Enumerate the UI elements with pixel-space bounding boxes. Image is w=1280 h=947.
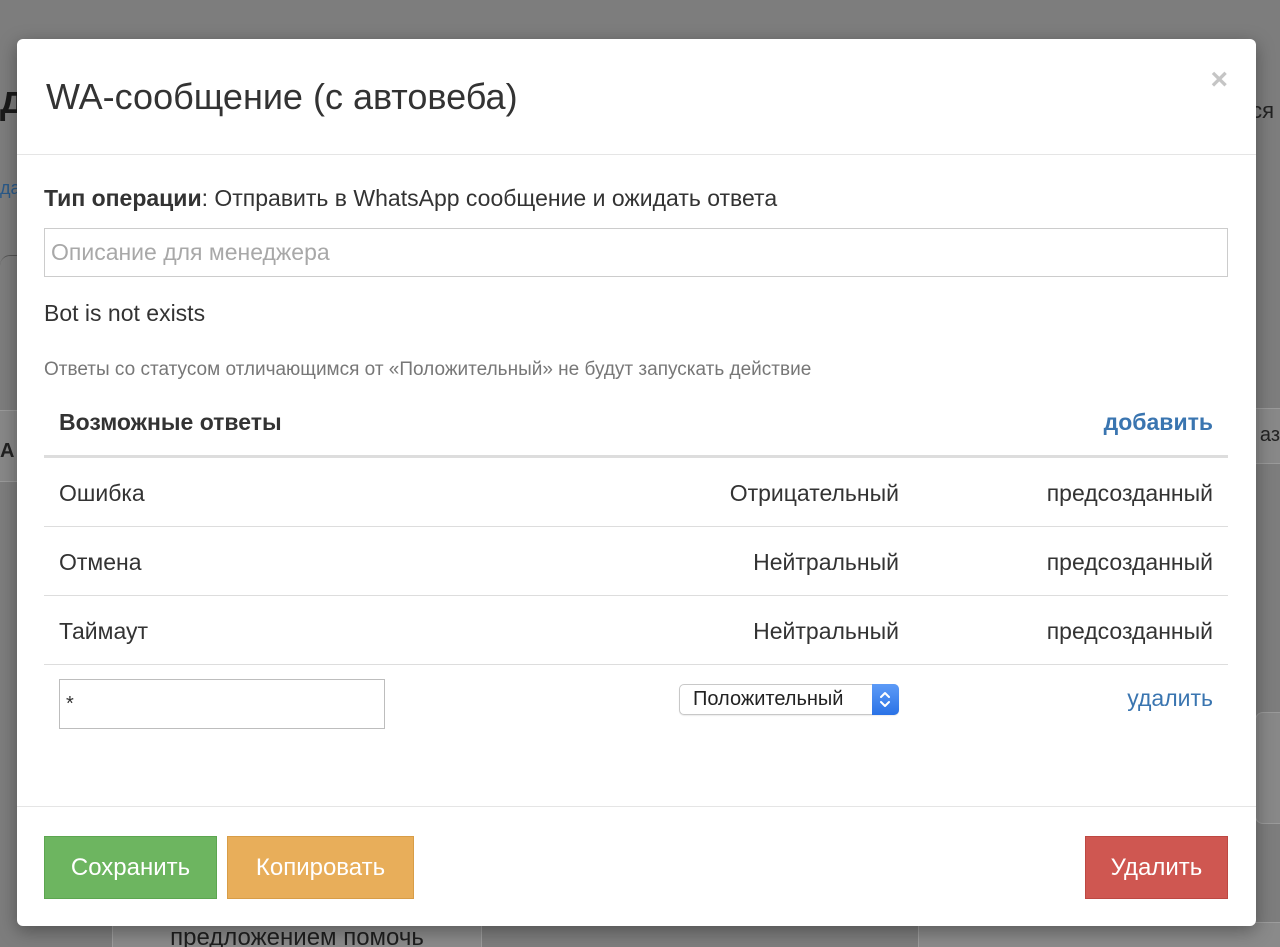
modal-dialog: WA-сообщение (с автовеба) × Тип операции…: [17, 39, 1256, 926]
answers-title: Возможные ответы: [59, 409, 282, 435]
operation-type: Тип операции: Отправить в WhatsApp сообщ…: [44, 185, 777, 212]
answer-row: Отмена Нейтральный предсозданный: [44, 527, 1228, 596]
save-button[interactable]: Сохранить: [44, 836, 217, 899]
operation-type-label: Тип операции: [44, 185, 202, 211]
operation-type-value: : Отправить в WhatsApp сообщение и ожида…: [201, 185, 778, 211]
answer-row: Ошибка Отрицательный предсозданный: [44, 458, 1228, 527]
answer-edit-row: Положительный удалить: [44, 665, 1228, 737]
answer-name-input[interactable]: [59, 679, 385, 729]
answers-table: Возможные ответы добавить Ошибка Отрицат…: [44, 395, 1228, 737]
answer-name: Отмена: [59, 549, 142, 575]
answer-kind: предсозданный: [1046, 480, 1213, 506]
answer-name: Таймаут: [59, 618, 149, 644]
modal-header: WA-сообщение (с автовеба) ×: [17, 39, 1256, 155]
answer-row: Таймаут Нейтральный предсозданный: [44, 596, 1228, 665]
background-card-text: предложением помочь: [170, 924, 424, 947]
close-icon: ×: [1210, 63, 1228, 96]
background-box: [1255, 712, 1280, 824]
answer-kind: предсозданный: [1046, 549, 1213, 575]
answer-kind: предсозданный: [1046, 618, 1213, 644]
close-button[interactable]: ×: [1210, 65, 1228, 95]
add-answer-link[interactable]: добавить: [1104, 409, 1213, 436]
answer-name: Ошибка: [59, 480, 145, 506]
background-text-fragment: аз: [1259, 424, 1280, 446]
answers-hint: Ответы со статусом отличающимся от «Поло…: [44, 359, 812, 380]
answers-header: Возможные ответы добавить: [44, 395, 1228, 458]
modal-footer: Сохранить Копировать Удалить: [17, 806, 1256, 926]
modal-title: WA-сообщение (с автовеба): [46, 76, 518, 117]
delete-answer-link[interactable]: удалить: [1127, 685, 1213, 712]
chevron-up-down-icon: [872, 684, 899, 715]
answer-status-selected: Положительный: [693, 688, 844, 710]
answer-status-select[interactable]: Положительный: [679, 684, 899, 715]
answer-status: Нейтральный: [753, 549, 899, 575]
answer-status: Отрицательный: [729, 480, 899, 506]
answer-status: Нейтральный: [753, 618, 899, 644]
copy-button[interactable]: Копировать: [227, 836, 414, 899]
delete-button[interactable]: Удалить: [1085, 836, 1228, 899]
description-input[interactable]: [44, 228, 1228, 277]
bot-status-text: Bot is not exists: [44, 300, 206, 326]
